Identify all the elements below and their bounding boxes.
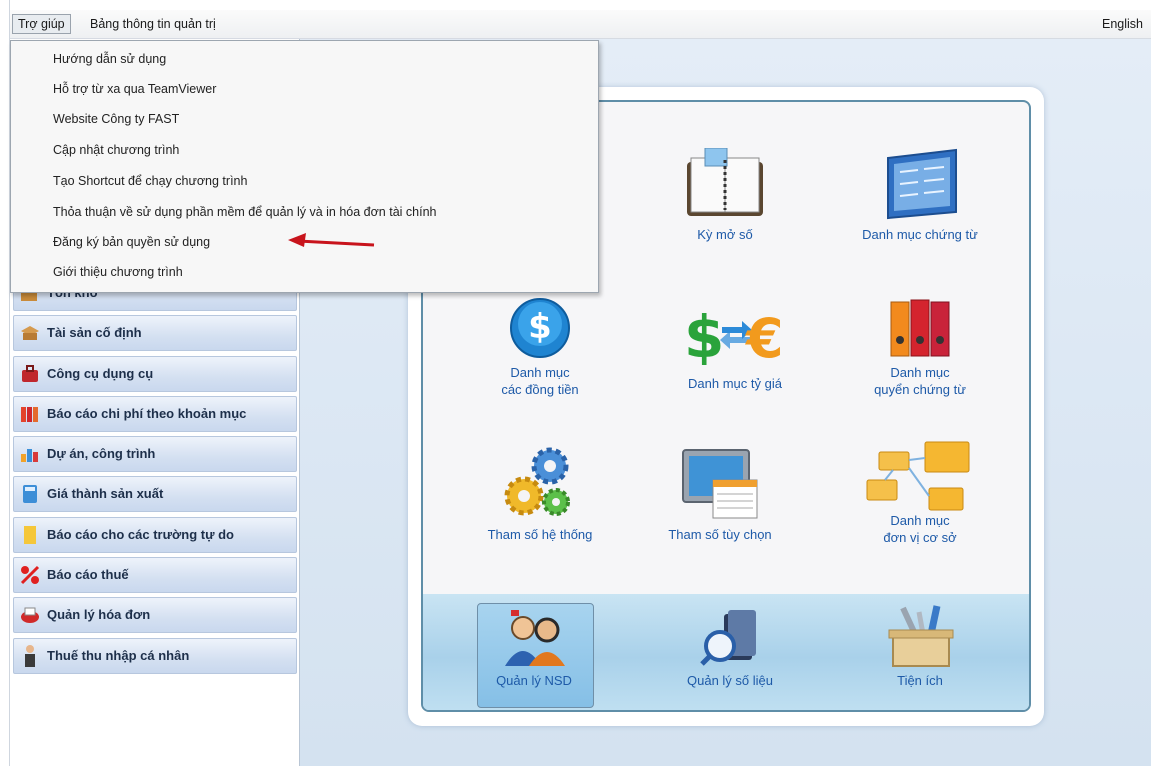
currency-exchange-icon: $ € xyxy=(684,303,784,365)
sidebar-item-label: Quản lý hóa đơn xyxy=(47,607,151,622)
sidebar-item-fixed-assets[interactable]: Tài sản cố định xyxy=(13,315,297,351)
tile-user-management[interactable]: Quản lý NSD xyxy=(459,608,609,689)
sidebar-item-invoice-management[interactable]: Quản lý hóa đơn xyxy=(13,597,297,633)
menu-bar: Trợ giúp Bảng thông tin quản trị English xyxy=(10,10,1151,39)
tile-label: Danh mục đơn vị cơ sở xyxy=(883,513,957,545)
tile-document-books[interactable]: Danh mục quyển chứng từ xyxy=(845,296,995,398)
users-icon xyxy=(505,610,565,666)
sidebar-item-tax-report[interactable]: Báo cáo thuế xyxy=(13,557,297,593)
tile-label: Danh mục chứng từ xyxy=(862,227,978,242)
menu-item-license-agreement[interactable]: Thỏa thuận về sử dụng phần mềm để quản l… xyxy=(53,202,436,222)
tools-bag-icon xyxy=(22,365,38,382)
bar-chart-icon xyxy=(21,449,38,462)
sidebar-item-free-field-report[interactable]: Báo cáo cho các trường tự do xyxy=(13,517,297,553)
sidebar-item-label: Báo cáo cho các trường tự do xyxy=(47,527,234,542)
menu-item-create-shortcut[interactable]: Tạo Shortcut để chạy chương trình xyxy=(53,171,247,191)
tile-label: Danh mục quyển chứng từ xyxy=(874,365,966,397)
note-icon xyxy=(24,526,36,544)
document-board-icon xyxy=(887,148,957,220)
sidebar-item-production-cost[interactable]: Giá thành sản xuất xyxy=(13,476,297,512)
binders-icon xyxy=(890,299,950,357)
database-search-icon xyxy=(700,610,756,666)
dollar-coin-icon: $ xyxy=(510,298,570,358)
tile-label: Quản lý NSD xyxy=(496,673,572,688)
svg-text:$: $ xyxy=(684,303,724,365)
tile-base-units[interactable]: Danh mục đơn vị cơ sở xyxy=(845,438,995,546)
sidebar-item-label: Báo cáo chi phí theo khoản mục xyxy=(47,406,247,421)
folder-tree-icon xyxy=(866,441,970,511)
sidebar-item-projects[interactable]: Dự án, công trình xyxy=(13,436,297,472)
menu-item-company-website[interactable]: Website Công ty FAST xyxy=(53,109,179,129)
tile-label: Kỳ mở số xyxy=(697,227,753,242)
person-icon xyxy=(25,645,35,667)
tile-system-parameters[interactable]: Tham số hệ thống xyxy=(465,446,615,543)
sidebar-item-label: Công cụ dụng cụ xyxy=(47,366,154,381)
sidebar-item-expense-report[interactable]: Báo cáo chi phí theo khoản mục xyxy=(13,396,297,432)
tile-utilities[interactable]: Tiện ích xyxy=(845,604,995,689)
tile-label: Danh mục tỷ giá xyxy=(688,376,782,391)
sidebar-item-personal-income-tax[interactable]: Thuế thu nhập cá nhân xyxy=(13,638,297,674)
sidebar-item-label: Giá thành sản xuất xyxy=(47,486,164,501)
gears-icon xyxy=(504,447,570,516)
menu-item-about[interactable]: Giới thiệu chương trình xyxy=(53,262,183,282)
language-switch[interactable]: English xyxy=(1102,15,1143,33)
menu-admin-dashboard[interactable]: Bảng thông tin quản trị xyxy=(90,15,216,33)
tile-currency-list[interactable]: $ Danh mục các đồng tiền xyxy=(465,296,615,398)
svg-text:$: $ xyxy=(528,307,552,347)
calculator-icon xyxy=(23,485,37,503)
toolbox-icon xyxy=(888,605,954,667)
red-arrow-annotation xyxy=(288,233,375,247)
menu-item-update[interactable]: Cập nhật chương trình xyxy=(53,140,179,160)
tile-label: Danh mục các đồng tiền xyxy=(501,365,579,397)
menu-item-remote-support[interactable]: Hỗ trợ từ xa qua TeamViewer xyxy=(53,79,216,99)
ledger-book-icon xyxy=(687,148,763,216)
tile-label: Tham số tùy chọn xyxy=(668,527,772,542)
sidebar-item-label: Dự án, công trình xyxy=(47,446,156,461)
binders-icon xyxy=(21,407,38,422)
help-dropdown-menu: Hướng dẫn sử dụng Hỗ trợ từ xa qua TeamV… xyxy=(10,40,599,293)
tile-opening-period[interactable]: Kỳ mở số xyxy=(650,148,800,243)
tile-data-management[interactable]: Quản lý số liệu xyxy=(655,608,805,689)
tile-label: Tham số hệ thống xyxy=(487,527,593,542)
fixed-asset-icon xyxy=(21,326,39,340)
monitor-options-icon xyxy=(682,449,758,519)
svg-text:€: € xyxy=(744,307,784,365)
menu-item-register-license[interactable]: Đăng ký bản quyền sử dụng xyxy=(53,232,210,252)
tile-document-categories[interactable]: Danh mục chứng từ xyxy=(845,148,995,243)
sidebar-item-label: Tài sản cố định xyxy=(47,325,142,340)
sidebar-item-label: Báo cáo thuế xyxy=(47,567,129,582)
menu-item-user-guide[interactable]: Hướng dẫn sử dụng xyxy=(53,49,166,69)
menu-help[interactable]: Trợ giúp xyxy=(12,14,71,34)
tile-option-parameters[interactable]: Tham số tùy chọn xyxy=(645,446,795,543)
tile-label: Quản lý số liệu xyxy=(687,673,773,688)
invoice-icon xyxy=(21,607,39,623)
sidebar-item-tools[interactable]: Công cụ dụng cụ xyxy=(13,356,297,392)
tile-label: Tiện ích xyxy=(897,673,943,688)
tile-exchange-rates[interactable]: $ € Danh mục tỷ giá xyxy=(660,303,810,392)
percent-icon xyxy=(20,565,40,585)
sidebar-item-label: Thuế thu nhập cá nhân xyxy=(47,648,190,663)
